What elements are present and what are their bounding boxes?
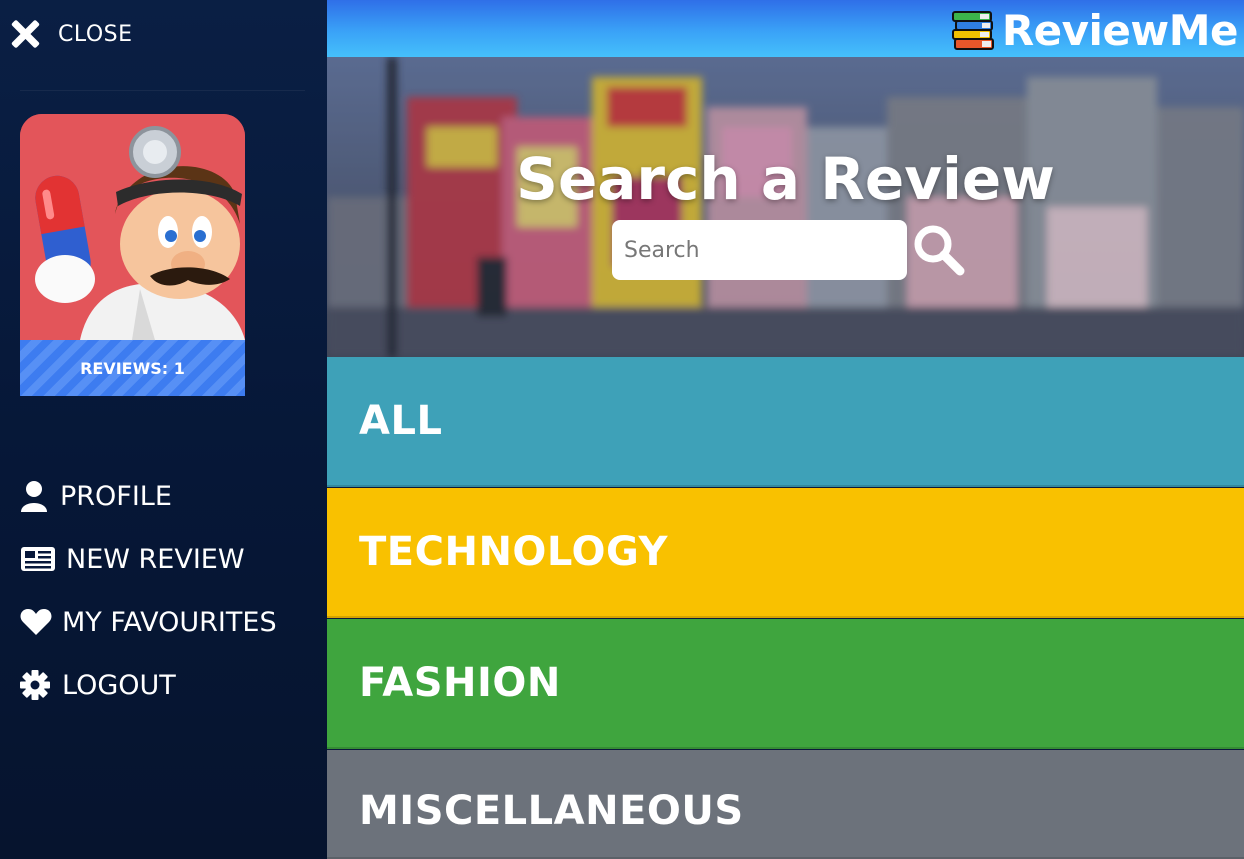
- close-label: CLOSE: [58, 21, 133, 47]
- category-technology[interactable]: TECHNOLOGY: [327, 488, 1244, 618]
- newspaper-icon: [20, 543, 62, 575]
- category-all[interactable]: ALL: [327, 357, 1244, 487]
- hero-banner: Search a Review: [327, 57, 1244, 357]
- search-form: [612, 220, 967, 280]
- books-logo-icon: [950, 8, 996, 54]
- sidebar: CLOSE REVIEWS: 1 PROFILE NEW REVIEW MY F…: [0, 0, 327, 859]
- brand-link[interactable]: ReviewMe: [950, 6, 1239, 55]
- close-icon: [8, 17, 42, 51]
- search-icon[interactable]: [911, 222, 967, 278]
- sidebar-item-label: PROFILE: [60, 480, 172, 512]
- close-button[interactable]: CLOSE: [8, 16, 133, 52]
- user-icon: [20, 480, 56, 512]
- sidebar-item-profile[interactable]: PROFILE: [20, 472, 277, 520]
- sidebar-item-my-favourites[interactable]: MY FAVOURITES: [20, 598, 277, 646]
- sidebar-item-label: MY FAVOURITES: [62, 606, 277, 638]
- category-miscellaneous[interactable]: MISCELLANEOUS: [327, 750, 1244, 859]
- main-content: ReviewMe Search a Review Search ALL TECH…: [327, 0, 1244, 859]
- sidebar-item-logout[interactable]: LOGOUT: [20, 661, 277, 709]
- search-input[interactable]: [612, 220, 907, 280]
- heart-icon: [20, 606, 58, 638]
- avatar-image: [20, 114, 245, 340]
- sidebar-item-label: NEW REVIEW: [66, 543, 245, 575]
- brand-name: ReviewMe: [1001, 6, 1239, 55]
- top-navbar: ReviewMe: [327, 0, 1244, 57]
- profile-card[interactable]: REVIEWS: 1: [20, 114, 245, 396]
- avatar: [20, 114, 245, 340]
- reviews-count-badge: REVIEWS: 1: [20, 340, 245, 396]
- divider: [20, 90, 305, 91]
- category-fashion[interactable]: FASHION: [327, 619, 1244, 749]
- sidebar-item-label: LOGOUT: [62, 669, 176, 701]
- hero-title: Search a Review: [516, 145, 1055, 213]
- gear-icon: [20, 669, 58, 701]
- sidebar-item-new-review[interactable]: NEW REVIEW: [20, 535, 277, 583]
- sidebar-menu: PROFILE NEW REVIEW MY FAVOURITES LOGOUT: [20, 472, 277, 724]
